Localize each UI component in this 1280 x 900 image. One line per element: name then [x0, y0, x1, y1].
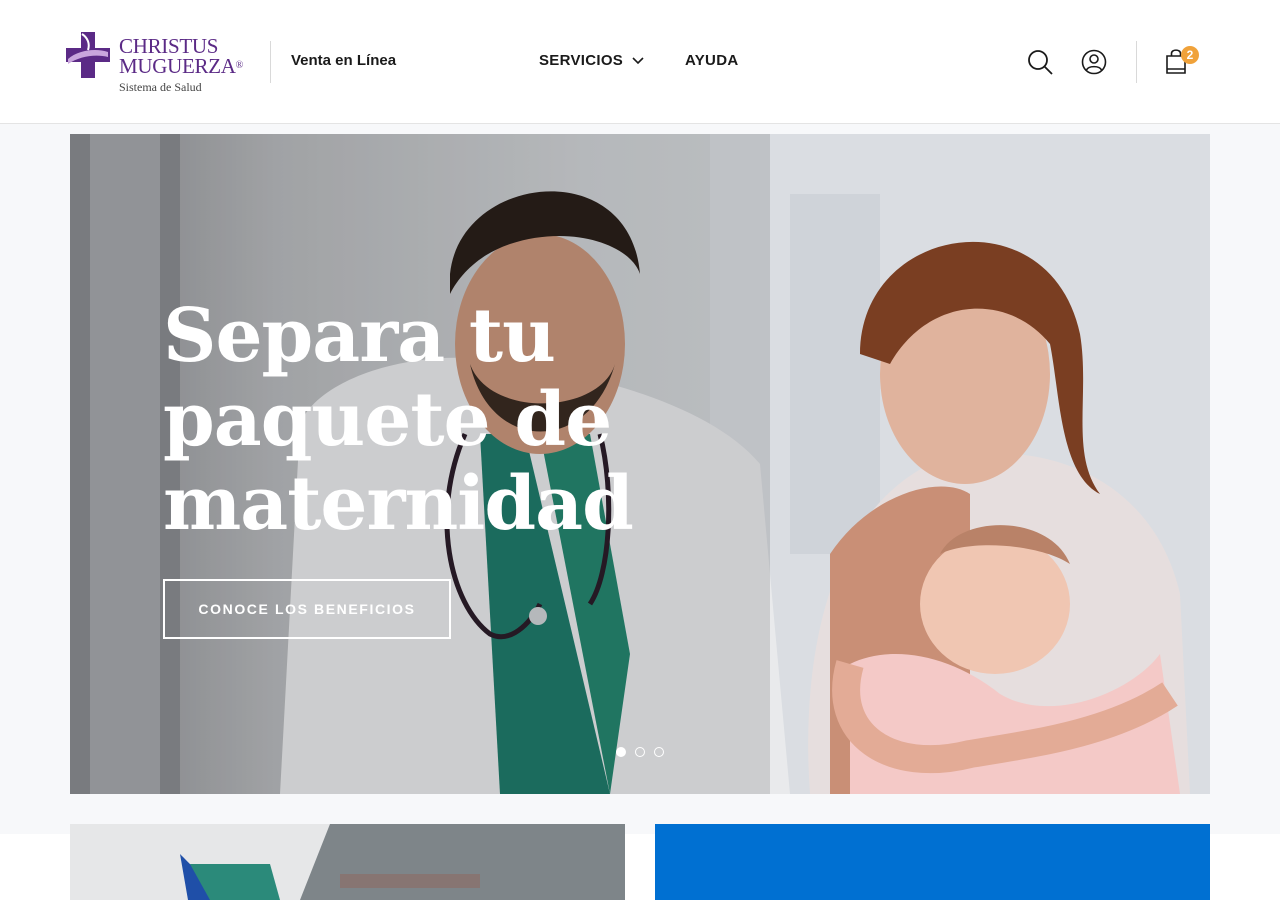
hero-title: Separa tu paquete de maternidad: [163, 293, 634, 547]
logo-tagline: Sistema de Salud: [119, 80, 202, 94]
nav-ayuda-label: AYUDA: [685, 52, 739, 69]
search-icon[interactable]: [1027, 49, 1055, 77]
promo-card-right[interactable]: [655, 824, 1210, 900]
nav-servicios-label: SERVICIOS: [539, 52, 624, 69]
hero-carousel[interactable]: Separa tu paquete de maternidad CONOCE L…: [70, 134, 1210, 794]
header-divider-left: [270, 41, 271, 83]
benefits-cta-button[interactable]: CONOCE LOS BENEFICIOS: [163, 579, 451, 639]
carousel-dot-3[interactable]: [654, 747, 664, 757]
promo-card-photo: [70, 824, 625, 900]
promo-card-left[interactable]: [70, 824, 625, 900]
registered-mark: ®: [235, 60, 244, 71]
cart-count-badge: 2: [1181, 46, 1199, 64]
nav-ayuda[interactable]: AYUDA: [685, 52, 738, 69]
carousel-pagination: [616, 747, 664, 757]
user-icon[interactable]: [1081, 49, 1107, 75]
site-label[interactable]: Venta en Línea: [291, 52, 396, 69]
christus-muguerza-logo[interactable]: CHRISTUS MUGUERZA® Sistema de Salud: [66, 30, 256, 96]
logo-name-line2-text: MUGUERZA: [119, 54, 236, 78]
cross-logo-icon: [66, 32, 110, 78]
header-divider-right: [1136, 41, 1137, 83]
nav-servicios[interactable]: SERVICIOS: [539, 52, 644, 69]
logo-name-line2: MUGUERZA®: [119, 54, 244, 78]
carousel-dot-1[interactable]: [616, 747, 626, 757]
chevron-down-icon: [632, 56, 644, 64]
carousel-dot-2[interactable]: [635, 747, 645, 757]
site-header: CHRISTUS MUGUERZA® Sistema de Salud Vent…: [0, 0, 1280, 124]
logo-wordmark: CHRISTUS MUGUERZA®: [119, 36, 244, 78]
